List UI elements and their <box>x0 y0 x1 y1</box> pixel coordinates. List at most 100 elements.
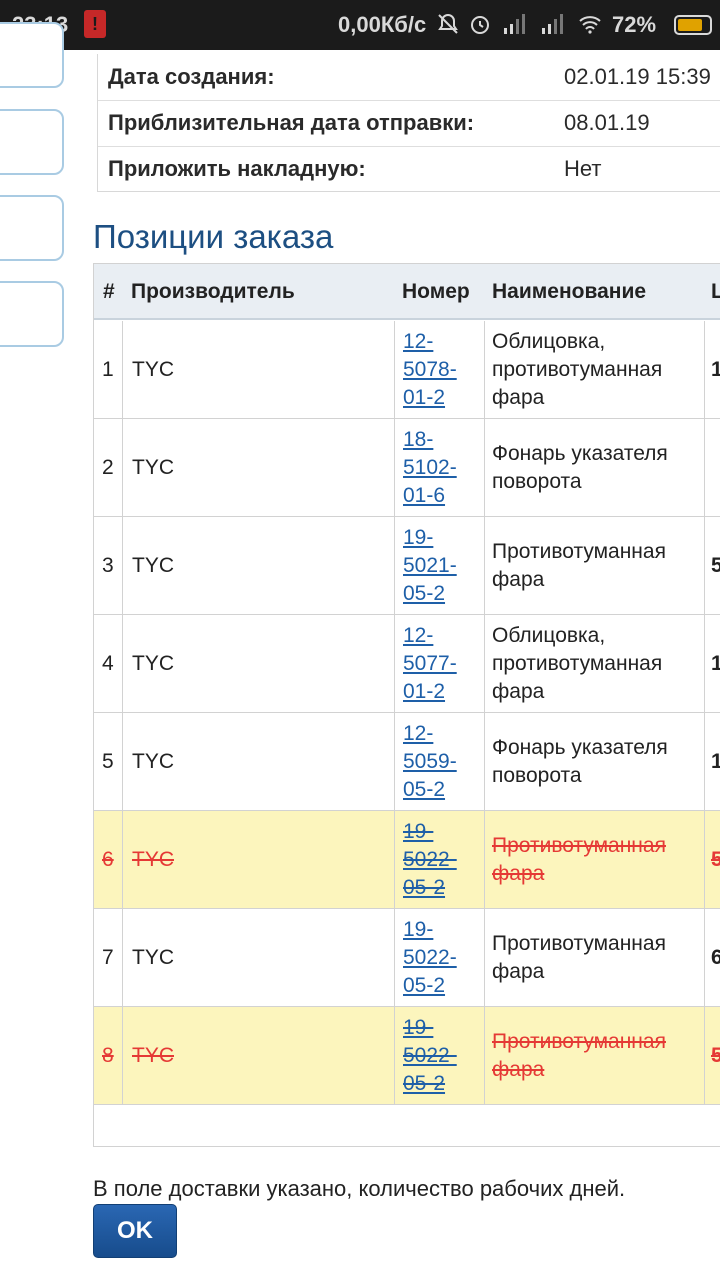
battery-percent: 72% <box>612 12 657 37</box>
row-number: 2 <box>102 455 114 479</box>
part-number-link[interactable]: 19- 5022- 05-2 <box>403 811 477 908</box>
ship-date-value: 08.01.19 <box>564 110 650 135</box>
row-brand-cell: TYC <box>123 517 395 614</box>
side-nav-button[interactable] <box>0 195 64 261</box>
column-header-brand: Производитель <box>131 280 295 303</box>
part-number-link-cell: 19- 5021- 05-2 <box>395 517 485 614</box>
row-number: 5 <box>102 749 114 773</box>
row-part-name: Фонарь указателя поворота <box>492 735 668 787</box>
status-bar: 23:13 ! 0,00Кб/с 72% <box>0 0 720 50</box>
side-nav-button[interactable] <box>0 22 64 88</box>
row-extra-value-cell: 5 <box>705 811 720 908</box>
row-number-cell: 1 <box>94 321 123 418</box>
column-header-number: # <box>103 280 115 303</box>
row-brand: TYC <box>132 651 174 675</box>
side-nav-button[interactable] <box>0 109 64 175</box>
invoice-label: Приложить накладную: <box>108 156 366 181</box>
column-header-extra: L <box>711 280 720 303</box>
invoice-value: Нет <box>564 156 602 181</box>
row-number-cell: 7 <box>94 909 123 1006</box>
row-extra-value: 1 <box>711 357 720 381</box>
info-row-invoice: Приложить накладную: Нет <box>98 146 720 192</box>
battery-icon <box>674 15 712 35</box>
part-number-link[interactable]: 12- 5078- 01-2 <box>403 321 477 418</box>
column-header-name: Наименование <box>492 280 647 303</box>
wifi-icon <box>579 16 601 34</box>
row-extra-value-cell: 5 <box>705 1007 720 1104</box>
row-brand-cell: TYC <box>123 419 395 516</box>
row-brand-cell: TYC <box>123 321 395 418</box>
table-row-cancelled: 8 TYC 19- 5022- 05-2 Противотуманная фара 5 <box>94 1007 720 1105</box>
part-number-link[interactable]: 19- 5021- 05-2 <box>403 517 477 614</box>
row-number: 1 <box>102 357 114 381</box>
row-brand: TYC <box>132 553 174 577</box>
table-row: 4 TYC 12- 5077- 01-2 Облицовка, противотуманн… <box>94 615 720 713</box>
row-brand: TYC <box>132 945 174 969</box>
side-nav-button[interactable] <box>0 281 64 347</box>
row-brand-cell: TYC <box>123 1007 395 1104</box>
row-number: 7 <box>102 945 114 969</box>
row-part-name-cell: Облицовка, противотуманная фара <box>485 321 705 418</box>
signal-icon <box>542 14 563 34</box>
row-part-name: Противотуманная фара <box>492 539 666 591</box>
row-brand-cell: TYC <box>123 713 395 810</box>
row-brand: TYC <box>132 1043 174 1067</box>
table-row: 1 TYC 12- 5078- 01-2 Облицовка, противотуманн… <box>94 321 720 419</box>
part-number-link-cell: 19- 5022- 05-2 <box>395 1007 485 1104</box>
table-header: # Производитель Номер Наименование L <box>94 264 720 320</box>
row-extra-value: 5 <box>711 1043 720 1067</box>
mute-icon <box>438 13 458 34</box>
row-part-name-cell: Противотуманная фара <box>485 517 705 614</box>
row-brand: TYC <box>132 455 174 479</box>
row-part-name: Противотуманная фара <box>492 833 666 885</box>
created-value: 02.01.19 15:39 <box>564 64 711 89</box>
row-number-cell: 5 <box>94 713 123 810</box>
row-brand-cell: TYC <box>123 615 395 712</box>
row-part-name-cell: Фонарь указателя поворота <box>485 713 705 810</box>
ok-button[interactable]: OK <box>93 1204 177 1258</box>
alarm-icon <box>471 16 489 34</box>
row-number-cell: 8 <box>94 1007 123 1104</box>
row-brand: TYC <box>132 847 174 871</box>
row-brand-cell: TYC <box>123 811 395 908</box>
row-part-name-cell: Фонарь указателя поворота <box>485 419 705 516</box>
order-info-table: Дата создания: 02.01.19 15:39 Приблизите… <box>97 54 720 192</box>
network-speed: 0,00Кб/с <box>338 12 427 37</box>
row-brand-cell: TYC <box>123 909 395 1006</box>
row-brand: TYC <box>132 749 174 773</box>
row-part-name: Облицовка, противотуманная фара <box>492 329 663 409</box>
positions-title: Позиции заказа <box>93 218 334 255</box>
row-part-name: Противотуманная фара <box>492 1029 666 1081</box>
part-number-link[interactable]: 18- 5102- 01-6 <box>403 419 477 516</box>
part-number-link[interactable]: 12- 5059- 05-2 <box>403 713 477 810</box>
row-brand: TYC <box>132 357 174 381</box>
row-extra-value: 5 <box>711 553 720 577</box>
positions-table: # Производитель Номер Наименование L 1 TY… <box>93 263 720 1147</box>
part-number-link[interactable]: 19- 5022- 05-2 <box>403 909 477 1006</box>
part-number-link-cell: 12- 5078- 01-2 <box>395 321 485 418</box>
created-label: Дата создания: <box>108 64 275 89</box>
row-number: 4 <box>102 651 114 675</box>
row-extra-value-cell: 6 <box>705 909 720 1006</box>
row-part-name-cell: Противотуманная фара <box>485 909 705 1006</box>
part-number-link-cell: 18- 5102- 01-6 <box>395 419 485 516</box>
part-number-link-cell: 19- 5022- 05-2 <box>395 811 485 908</box>
row-extra-value-cell: 1 <box>705 713 720 810</box>
table-row-cancelled: 6 TYC 19- 5022- 05-2 Противотуманная фара 5 <box>94 811 720 909</box>
table-footer <box>94 1104 720 1148</box>
row-extra-value: 6 <box>711 945 720 969</box>
table-row: 5 TYC 12- 5059- 05-2 Фонарь указателя поворот… <box>94 713 720 811</box>
part-number-link[interactable]: 19- 5022- 05-2 <box>403 1007 477 1104</box>
part-number-link-cell: 12- 5077- 01-2 <box>395 615 485 712</box>
row-extra-value-cell: 1 <box>705 615 720 712</box>
ship-date-label: Приблизительная дата отправки: <box>108 110 475 135</box>
row-number: 8 <box>102 1043 114 1067</box>
delivery-notice: В поле доставки указано, количество рабо… <box>93 1176 626 1201</box>
table-row: 7 TYC 19- 5022- 05-2 Противотуманная фара 6 <box>94 909 720 1007</box>
column-header-part: Номер <box>402 280 470 303</box>
row-part-name: Облицовка, противотуманная фара <box>492 623 663 703</box>
table-row: 2 TYC 18- 5102- 01-6 Фонарь указателя поворот… <box>94 419 720 517</box>
part-number-link[interactable]: 12- 5077- 01-2 <box>403 615 477 712</box>
signal-icon <box>504 14 525 34</box>
row-part-name: Фонарь указателя поворота <box>492 441 668 493</box>
